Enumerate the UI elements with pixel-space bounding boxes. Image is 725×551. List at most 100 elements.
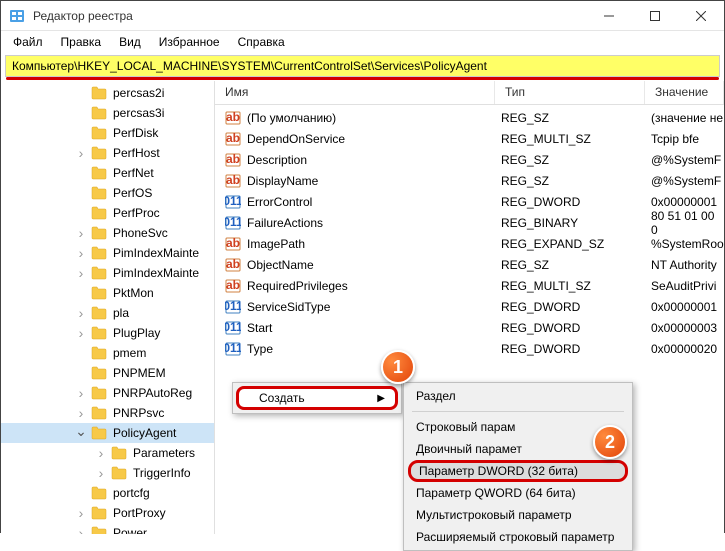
col-value[interactable]: Значение [645, 81, 724, 104]
col-name[interactable]: Имя [215, 81, 495, 104]
menu-fav[interactable]: Избранное [151, 33, 228, 51]
list-row[interactable]: ab(По умолчанию)REG_SZ(значение не [215, 107, 724, 128]
tree-item[interactable]: ›PNRPsvc [1, 403, 214, 423]
tree-item[interactable]: ›PlugPlay [1, 323, 214, 343]
folder-icon [91, 306, 107, 320]
ctx-create[interactable]: Создать ▶ [236, 386, 398, 410]
row-name: ServiceSidType [247, 300, 501, 314]
tree-item[interactable]: pmem [1, 343, 214, 363]
tree-label: percsas3i [111, 105, 166, 121]
chevron-icon[interactable]: › [75, 305, 87, 321]
chevron-icon[interactable]: › [75, 245, 87, 261]
chevron-icon[interactable]: › [75, 225, 87, 241]
svg-text:ab: ab [226, 236, 240, 250]
folder-icon [91, 506, 107, 520]
row-type: REG_DWORD [501, 342, 651, 356]
chevron-icon[interactable]: › [95, 445, 107, 461]
chevron-icon[interactable]: › [75, 385, 87, 401]
row-type: REG_DWORD [501, 321, 651, 335]
tree-item[interactable]: ›Parameters [1, 443, 214, 463]
tree-item[interactable]: PktMon [1, 283, 214, 303]
list-row[interactable]: abDependOnServiceREG_MULTI_SZTcpip bfe [215, 128, 724, 149]
list-row[interactable]: abObjectNameREG_SZNT Authority [215, 254, 724, 275]
list-row[interactable]: 011StartREG_DWORD0x00000003 [215, 317, 724, 338]
close-button[interactable] [678, 1, 724, 31]
menu-view[interactable]: Вид [111, 33, 149, 51]
menu-file[interactable]: Файл [5, 33, 51, 51]
tree-item[interactable]: PerfDisk [1, 123, 214, 143]
tree-item[interactable]: percsas3i [1, 103, 214, 123]
chevron-icon[interactable]: › [95, 465, 107, 481]
minimize-button[interactable] [586, 1, 632, 31]
tree-item[interactable]: ›pla [1, 303, 214, 323]
folder-icon [111, 466, 127, 480]
svg-text:ab: ab [226, 173, 240, 187]
tree-item[interactable]: portcfg [1, 483, 214, 503]
svg-text:011: 011 [225, 215, 241, 229]
context-menu-secondary: Раздел Строковый парам Двоичный парамет … [403, 382, 633, 551]
chevron-icon[interactable]: › [75, 405, 87, 421]
ctx2-expstring[interactable]: Расширяемый строковый параметр [404, 526, 632, 548]
tree-item[interactable]: PerfProc [1, 203, 214, 223]
tree-item[interactable]: ⌄PolicyAgent [1, 423, 214, 443]
folder-icon [91, 146, 107, 160]
address-bar[interactable]: Компьютер\HKEY_LOCAL_MACHINE\SYSTEM\Curr… [5, 55, 720, 77]
tree-item[interactable]: ›PimIndexMainte [1, 243, 214, 263]
folder-icon [91, 386, 107, 400]
tree-label: PNRPAutoReg [111, 385, 194, 401]
tree-panel[interactable]: percsas2i percsas3i PerfDisk ›PerfHostPerfN… [1, 81, 215, 534]
list-row[interactable]: 011TypeREG_DWORD0x00000020 [215, 338, 724, 359]
list-row[interactable]: abDescriptionREG_SZ@%SystemF [215, 149, 724, 170]
list-row[interactable]: 011ServiceSidTypeREG_DWORD0x00000001 [215, 296, 724, 317]
svg-text:011: 011 [225, 341, 241, 355]
row-type: REG_DWORD [501, 300, 651, 314]
tree-item[interactable]: ›TriggerInfo [1, 463, 214, 483]
folder-icon [91, 426, 107, 440]
tree-label: PerfDisk [111, 125, 160, 141]
ctx2-multistring[interactable]: Мультистроковый параметр [404, 504, 632, 526]
chevron-icon[interactable]: ⌄ [75, 423, 87, 440]
ctx2-section[interactable]: Раздел [404, 385, 632, 407]
folder-icon [91, 186, 107, 200]
tree-item[interactable]: › PNRPAutoReg [1, 383, 214, 403]
list-row[interactable]: abRequiredPrivilegesREG_MULTI_SZSeAuditP… [215, 275, 724, 296]
svg-text:011: 011 [225, 320, 241, 334]
list-row[interactable]: abDisplayNameREG_SZ@%SystemF [215, 170, 724, 191]
folder-icon [91, 366, 107, 380]
ctx2-qword[interactable]: Параметр QWORD (64 бита) [404, 482, 632, 504]
tree-item[interactable]: ›PimIndexMainte [1, 263, 214, 283]
tree-item[interactable]: ›Power [1, 523, 214, 534]
tree-item[interactable]: PerfNet [1, 163, 214, 183]
row-name: Type [247, 342, 501, 356]
list-row[interactable]: 011ErrorControlREG_DWORD0x00000001 [215, 191, 724, 212]
menubar: Файл Правка Вид Избранное Справка [1, 31, 724, 53]
chevron-icon[interactable]: › [75, 505, 87, 521]
folder-icon [91, 126, 107, 140]
row-value: @%SystemF [651, 174, 724, 188]
list-row[interactable]: 011FailureActionsREG_BINARY80 51 01 00 0 [215, 212, 724, 233]
maximize-button[interactable] [632, 1, 678, 31]
row-value: (значение не [651, 111, 724, 125]
tree-item[interactable]: ›PortProxy [1, 503, 214, 523]
chevron-icon[interactable]: › [75, 325, 87, 341]
tree-item[interactable]: PerfOS [1, 183, 214, 203]
chevron-icon[interactable]: › [75, 145, 87, 161]
row-name: ObjectName [247, 258, 501, 272]
row-name: DisplayName [247, 174, 501, 188]
chevron-icon[interactable]: › [75, 265, 87, 281]
row-value: 0x00000001 [651, 300, 724, 314]
row-type: REG_DWORD [501, 195, 651, 209]
tree-item[interactable]: PNPMEM [1, 363, 214, 383]
menu-help[interactable]: Справка [230, 33, 293, 51]
tree-item[interactable]: ›PhoneSvc [1, 223, 214, 243]
menu-edit[interactable]: Правка [53, 33, 110, 51]
list-body[interactable]: ab(По умолчанию)REG_SZ(значение неabDepe… [215, 105, 724, 359]
col-type[interactable]: Тип [495, 81, 645, 104]
tree-item[interactable]: ›PerfHost [1, 143, 214, 163]
list-row[interactable]: abImagePathREG_EXPAND_SZ%SystemRoo [215, 233, 724, 254]
tree-item[interactable]: percsas2i [1, 83, 214, 103]
ctx2-dword[interactable]: Параметр DWORD (32 бита) [408, 460, 628, 482]
numeric-value-icon: 011 [225, 194, 241, 210]
folder-icon [91, 286, 107, 300]
callout-badge-1: 1 [381, 350, 415, 384]
